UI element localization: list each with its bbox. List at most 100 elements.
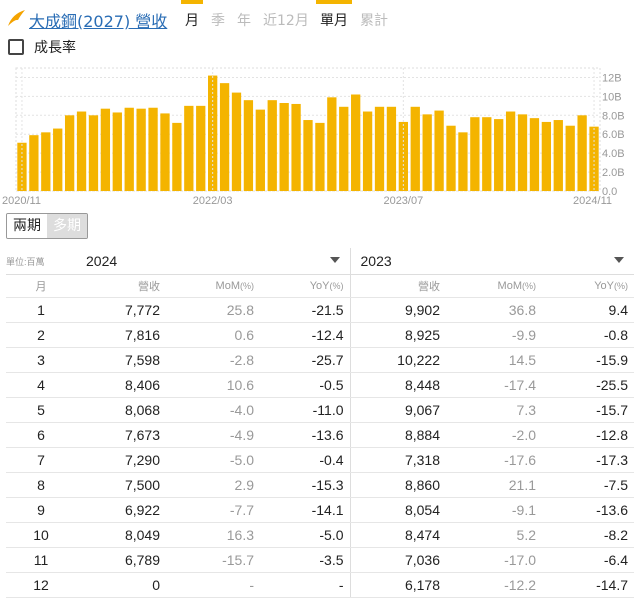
revenue-bar[interactable] bbox=[482, 117, 492, 191]
revenue-bar[interactable] bbox=[100, 108, 111, 191]
tab-quarterly[interactable]: 季 bbox=[211, 10, 225, 30]
revenue-bar[interactable] bbox=[529, 118, 540, 191]
revenue-2023-cell: 7,036 bbox=[349, 547, 446, 573]
yoy-2024-cell: -0.4 bbox=[260, 447, 350, 473]
yoy-2023-cell: -17.3 bbox=[542, 447, 634, 473]
tab-last-12-months[interactable]: 近12月 bbox=[263, 10, 309, 30]
revenue-bar[interactable] bbox=[148, 107, 158, 191]
growth-rate-checkbox[interactable] bbox=[8, 39, 24, 55]
revenue-2024-cell: 7,500 bbox=[76, 472, 166, 498]
tab-monthly[interactable]: 月 bbox=[181, 0, 203, 30]
x-tick-label: 2023/07 bbox=[383, 195, 423, 207]
mom-2023-cell: 21.1 bbox=[446, 472, 542, 498]
revenue-2023-cell: 8,860 bbox=[349, 472, 446, 498]
revenue-bar[interactable] bbox=[434, 110, 444, 191]
x-tick-label: 2020/11 bbox=[2, 195, 41, 207]
yoy-header-2023: YoY(%) bbox=[542, 274, 634, 298]
revenue-bar[interactable] bbox=[577, 115, 587, 191]
table-row: 6 7,673 -4.9 -13.6 8,884 -2.0 -12.8 bbox=[6, 422, 634, 448]
revenue-bar[interactable] bbox=[362, 111, 373, 191]
yoy-header-2024: YoY(%) bbox=[260, 274, 350, 298]
revenue-bar[interactable] bbox=[553, 120, 563, 191]
table-row: 3 7,598 -2.8 -25.7 10,222 14.5 -15.9 bbox=[6, 347, 634, 373]
revenue-bar[interactable] bbox=[53, 128, 63, 191]
revenue-bar[interactable] bbox=[327, 97, 337, 191]
yoy-2023-cell: -25.5 bbox=[542, 372, 634, 398]
revenue-bar[interactable] bbox=[136, 108, 146, 191]
tab-cumulative[interactable]: 累計 bbox=[360, 10, 388, 30]
revenue-bar[interactable] bbox=[565, 125, 575, 191]
tab-yearly[interactable]: 年 bbox=[237, 10, 251, 30]
mom-2023-cell: -17.6 bbox=[446, 447, 542, 473]
yoy-2024-cell: -5.0 bbox=[260, 522, 350, 548]
revenue-bar[interactable] bbox=[303, 120, 313, 191]
revenue-bar[interactable] bbox=[374, 106, 385, 191]
mom-2024-cell: 2.9 bbox=[166, 472, 260, 498]
revenue-bar[interactable] bbox=[494, 119, 504, 191]
y-tick-label: 12B bbox=[602, 72, 622, 84]
y-tick-label: 10B bbox=[602, 91, 622, 103]
revenue-bar[interactable] bbox=[315, 122, 325, 191]
chevron-down-icon bbox=[614, 257, 624, 263]
revenue-bar[interactable] bbox=[184, 105, 194, 191]
revenue-bar[interactable] bbox=[458, 132, 468, 191]
revenue-bar[interactable] bbox=[219, 83, 230, 191]
revenue-bar[interactable] bbox=[172, 122, 182, 191]
revenue-bar[interactable] bbox=[255, 109, 265, 191]
revenue-2024-cell: 6,789 bbox=[76, 547, 166, 573]
revenue-bar[interactable] bbox=[541, 121, 552, 191]
revenue-bar[interactable] bbox=[88, 115, 99, 191]
revenue-bar[interactable] bbox=[41, 132, 51, 191]
multi-period-option[interactable]: 多期 bbox=[47, 214, 87, 238]
yoy-2023-cell: -8.2 bbox=[542, 522, 634, 548]
revenue-2023-cell: 8,054 bbox=[349, 497, 446, 523]
table-row: 8 7,500 2.9 -15.3 8,860 21.1 -7.5 bbox=[6, 472, 634, 498]
revenue-bar[interactable] bbox=[160, 113, 170, 191]
revenue-bar[interactable] bbox=[231, 92, 242, 191]
yoy-2023-cell: -15.9 bbox=[542, 347, 634, 373]
y-tick-label: 4.0B bbox=[602, 148, 625, 160]
yoy-2024-cell: -15.3 bbox=[260, 472, 350, 498]
month-cell: 6 bbox=[6, 422, 76, 448]
month-cell: 10 bbox=[6, 522, 76, 548]
header: 大成鋼(2027) 營收 月 季 年 近12月 單月 累計 bbox=[0, 0, 640, 40]
mom-2024-cell: 0.6 bbox=[166, 322, 260, 348]
revenue-bar[interactable] bbox=[243, 100, 254, 191]
revenue-bar[interactable] bbox=[76, 111, 87, 191]
yoy-2023-cell: -14.7 bbox=[542, 572, 634, 598]
page-title[interactable]: 大成鋼(2027) 營收 bbox=[29, 8, 167, 32]
year-select-right[interactable]: 2023 bbox=[349, 248, 634, 275]
revenue-bar[interactable] bbox=[410, 106, 420, 191]
revenue-bar[interactable] bbox=[29, 135, 39, 191]
revenue-bar[interactable] bbox=[124, 107, 134, 191]
table-row: 9 6,922 -7.7 -14.1 8,054 -9.1 -13.6 bbox=[6, 497, 634, 523]
revenue-bar[interactable] bbox=[112, 112, 122, 191]
revenue-bar[interactable] bbox=[339, 106, 349, 191]
revenue-bar[interactable] bbox=[196, 105, 206, 191]
table-row: 1 7,772 25.8 -21.5 9,902 36.8 9.4 bbox=[6, 297, 634, 323]
revenue-bar[interactable] bbox=[279, 103, 289, 191]
revenue-bar[interactable] bbox=[470, 117, 480, 191]
revenue-bar[interactable] bbox=[422, 114, 432, 191]
revenue-bar[interactable] bbox=[505, 111, 516, 191]
revenue-bar[interactable] bbox=[386, 106, 397, 191]
month-cell: 9 bbox=[6, 497, 76, 523]
pct-text: (%) bbox=[329, 281, 344, 291]
pct-text: (%) bbox=[522, 281, 536, 291]
mom-2023-cell: -9.9 bbox=[446, 322, 542, 348]
revenue-bar[interactable] bbox=[446, 125, 456, 191]
revenue-header-2023: 營收 bbox=[349, 274, 446, 298]
unit-label: 單位:百萬 bbox=[6, 248, 76, 275]
revenue-bar[interactable] bbox=[351, 94, 361, 191]
two-period-option[interactable]: 兩期 bbox=[7, 214, 47, 238]
revenue-2023-cell: 8,448 bbox=[349, 372, 446, 398]
yoy-2023-cell: -6.4 bbox=[542, 547, 634, 573]
year-select-left[interactable]: 2024 bbox=[76, 248, 350, 275]
pct-text: (%) bbox=[240, 281, 254, 291]
revenue-bar[interactable] bbox=[267, 100, 277, 191]
revenue-bar[interactable] bbox=[64, 115, 75, 191]
tab-single-month[interactable]: 單月 bbox=[316, 0, 352, 30]
revenue-bar[interactable] bbox=[291, 103, 301, 191]
pct-text: (%) bbox=[614, 281, 628, 291]
revenue-bar[interactable] bbox=[517, 114, 528, 191]
